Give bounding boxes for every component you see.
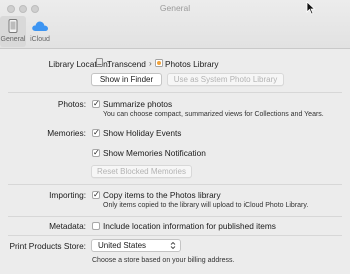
checkmark-icon: ✓ bbox=[93, 190, 100, 199]
tab-general[interactable]: General bbox=[0, 16, 26, 47]
use-as-system-library-button[interactable]: Use as System Photo Library bbox=[167, 73, 284, 86]
tab-icloud[interactable]: iCloud bbox=[27, 16, 53, 47]
print-store-selected-value: United States bbox=[98, 241, 147, 250]
print-products-store-label: Print Products Store: bbox=[9, 241, 86, 251]
show-holiday-events-checkbox[interactable]: ✓ bbox=[92, 128, 100, 137]
icloud-icon bbox=[32, 21, 48, 31]
mouse-cursor-icon bbox=[306, 1, 316, 15]
importing-label: Importing: bbox=[49, 190, 86, 200]
divider bbox=[8, 184, 342, 185]
tab-icloud-label: iCloud bbox=[30, 36, 50, 43]
show-holiday-events-label: Show Holiday Events bbox=[103, 128, 182, 138]
chevron-up-down-icon bbox=[170, 241, 176, 250]
tab-general-label: General bbox=[0, 36, 26, 43]
summarize-photos-description: You can choose compact, summarized views… bbox=[103, 111, 324, 118]
external-drive-icon bbox=[96, 58, 103, 67]
show-memories-notification-label: Show Memories Notification bbox=[103, 148, 206, 158]
checkmark-icon: ✓ bbox=[93, 148, 100, 157]
phone-device-icon bbox=[8, 19, 18, 33]
copy-items-label: Copy items to the Photos library bbox=[103, 190, 221, 200]
library-path-drive[interactable]: Transcend bbox=[107, 59, 146, 69]
library-path-name[interactable]: Photos Library bbox=[165, 59, 219, 69]
divider bbox=[8, 216, 342, 217]
copy-items-description: Only items copied to the library will up… bbox=[103, 202, 309, 209]
reset-blocked-memories-button[interactable]: Reset Blocked Memories bbox=[91, 165, 192, 178]
summarize-photos-label: Summarize photos bbox=[103, 99, 173, 109]
photos-library-icon bbox=[155, 59, 163, 67]
window-toolbar: General General iCloud bbox=[0, 0, 350, 49]
include-location-checkbox[interactable] bbox=[92, 222, 100, 230]
photos-label: Photos: bbox=[57, 99, 86, 109]
window-title: General bbox=[159, 3, 191, 13]
include-location-label: Include location information for publish… bbox=[103, 221, 276, 231]
show-in-finder-button[interactable]: Show in Finder bbox=[91, 73, 162, 86]
copy-items-checkbox[interactable]: ✓ bbox=[92, 190, 100, 199]
metadata-label: Metadata: bbox=[49, 221, 86, 231]
print-store-select[interactable]: United States bbox=[91, 239, 181, 252]
print-store-description: Choose a store based on your billing add… bbox=[92, 257, 235, 264]
summarize-photos-checkbox[interactable]: ✓ bbox=[92, 99, 100, 108]
path-separator-icon: › bbox=[149, 58, 152, 68]
divider bbox=[8, 235, 342, 236]
checkmark-icon: ✓ bbox=[93, 99, 100, 108]
library-location-label: Library Location: bbox=[48, 59, 110, 69]
memories-label: Memories: bbox=[47, 128, 86, 138]
divider bbox=[8, 92, 342, 93]
checkmark-icon: ✓ bbox=[93, 128, 100, 137]
show-memories-notification-checkbox[interactable]: ✓ bbox=[92, 148, 100, 157]
